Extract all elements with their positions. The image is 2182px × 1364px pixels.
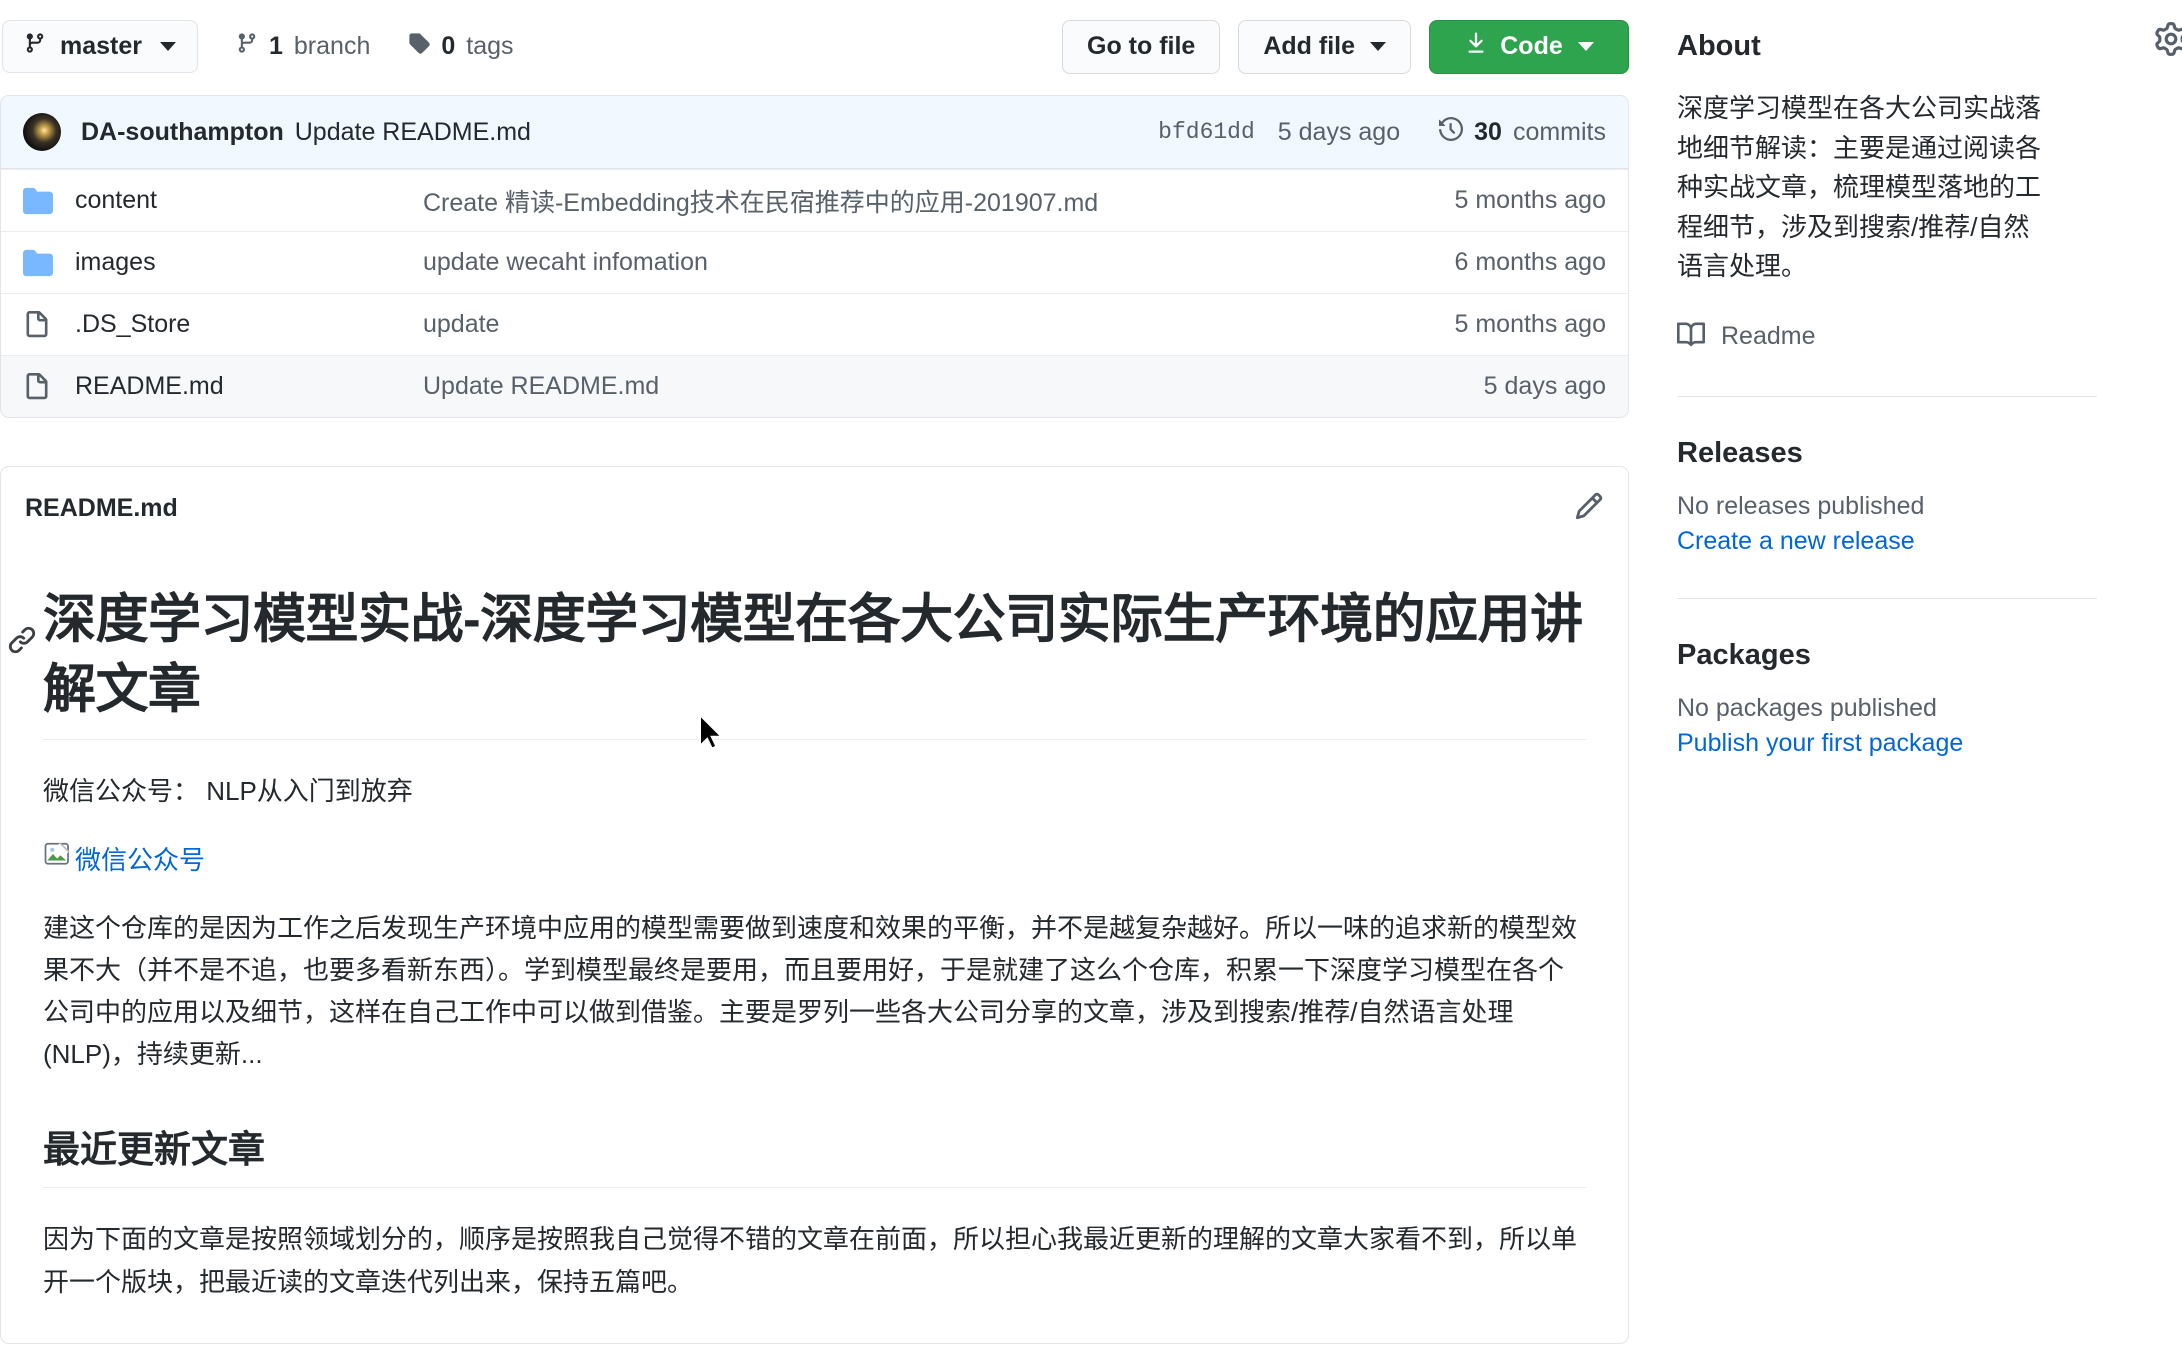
broken-image-link[interactable]: 微信公众号 <box>43 840 205 877</box>
download-icon <box>1464 31 1488 62</box>
branch-count[interactable]: 1 branch <box>236 31 370 62</box>
repository-page: master 1 branch 0 tags Go to file Add fi… <box>0 0 2182 1364</box>
code-label: Code <box>1500 32 1563 60</box>
table-row[interactable]: images update wecaht infomation 6 months… <box>1 231 1628 293</box>
link-anchor-icon[interactable] <box>7 603 37 673</box>
go-to-file-button[interactable]: Go to file <box>1062 19 1221 74</box>
commits-count-word: commits <box>1512 117 1606 146</box>
file-name[interactable]: README.md <box>75 372 423 401</box>
broken-image-alt-text: 微信公众号 <box>75 845 206 876</box>
pencil-icon[interactable] <box>1574 491 1604 526</box>
commit-meta: bfd61dd 5 days ago 30 commits <box>1158 116 1606 148</box>
table-row[interactable]: README.md Update README.md 5 days ago <box>1 355 1628 417</box>
tag-count-value: 0 <box>441 32 456 60</box>
table-row[interactable]: content Create 精读-Embedding技术在民宿推荐中的应用-2… <box>1 169 1628 231</box>
branch-selector-button[interactable]: master <box>2 20 198 73</box>
packages-title: Packages <box>1677 638 1811 671</box>
branch-count-word: branch <box>293 32 371 60</box>
avatar[interactable] <box>23 113 61 151</box>
file-commit-message[interactable]: update <box>423 310 1455 339</box>
sidebar-divider <box>1677 395 2097 397</box>
readme-header: README.md <box>1 467 1628 549</box>
readme-paragraph-1: 建这个仓库的是因为工作之后发现生产环境中应用的模型需要做到速度和效果的平衡，并不… <box>43 913 1578 1070</box>
add-file-button[interactable]: Add file <box>1238 19 1411 74</box>
file-icon <box>23 372 57 402</box>
file-commit-message[interactable]: Create 精读-Embedding技术在民宿推荐中的应用-201907.md <box>423 183 1455 219</box>
commit-time: 5 days ago <box>1277 117 1401 146</box>
file-name[interactable]: content <box>75 186 423 215</box>
file-time: 5 months ago <box>1454 186 1607 214</box>
page-title: 深度学习模型实战-深度学习模型在各大公司实际生产环境的应用讲解文章 <box>8 585 1586 740</box>
file-commit-message[interactable]: update wecaht infomation <box>423 248 1455 277</box>
go-to-file-label: Go to file <box>1087 32 1196 60</box>
wechat-line: 微信公众号： NLP从入门到放弃 <box>43 775 413 806</box>
file-browser: DA-southampton Update README.md bfd61dd … <box>0 95 1629 418</box>
git-branch-icon <box>24 31 46 62</box>
file-time: 5 days ago <box>1483 372 1606 400</box>
file-time: 5 months ago <box>1454 310 1607 338</box>
about-description: 深度学习模型在各大公司实战落地细节解读：主要是通过阅读各种实战文章，梳理模型落地… <box>1677 93 2042 282</box>
tag-icon <box>408 31 431 62</box>
chevron-down-icon <box>1370 42 1386 51</box>
folder-icon <box>23 248 57 278</box>
about-title: About <box>1677 30 1761 62</box>
releases-note: No releases published <box>1677 491 1925 520</box>
sidebar-readme-label: Readme <box>1721 321 1816 350</box>
file-name[interactable]: .DS_Store <box>75 310 423 339</box>
gear-icon[interactable] <box>2154 22 2182 61</box>
readme-paragraph-2: 因为下面的文章是按照领域划分的，顺序是按照我自己觉得不错的文章在前面，所以担心我… <box>43 1224 1578 1297</box>
branch-name-label: master <box>60 32 142 60</box>
sidebar-divider <box>1677 597 2097 599</box>
book-icon <box>1677 319 1706 354</box>
add-file-label: Add file <box>1263 32 1355 60</box>
commits-count-link[interactable]: 30 commits <box>1439 116 1606 148</box>
readme-panel: README.md 深度学习模型实战-深度学习模型在各大公司实际生产环境的应用讲… <box>0 466 1629 1344</box>
code-button[interactable]: Code <box>1429 19 1629 74</box>
commit-sha[interactable]: bfd61dd <box>1158 119 1255 145</box>
commit-author[interactable]: DA-southampton <box>81 118 284 147</box>
sidebar-readme-link[interactable]: Readme <box>1677 319 2182 354</box>
tag-count-word: tags <box>466 32 514 60</box>
create-release-link[interactable]: Create a new release <box>1677 527 2182 556</box>
about-header: About <box>1677 30 2182 63</box>
readme-h1-text: 深度学习模型实战-深度学习模型在各大公司实际生产环境的应用讲解文章 <box>43 590 1583 719</box>
commits-count-value: 30 <box>1474 117 1502 146</box>
tag-count[interactable]: 0 tags <box>408 31 514 62</box>
latest-commit-bar: DA-southampton Update README.md bfd61dd … <box>1 96 1628 169</box>
branch-count-value: 1 <box>269 32 283 60</box>
repo-toolbar: master 1 branch 0 tags Go to file Add fi… <box>0 0 1629 93</box>
releases-title: Releases <box>1677 436 1803 469</box>
packages-note: No packages published <box>1677 693 1937 722</box>
file-icon <box>23 310 57 340</box>
history-clock-icon <box>1439 116 1464 148</box>
chevron-down-icon <box>1577 42 1594 51</box>
main-content-column: master 1 branch 0 tags Go to file Add fi… <box>0 0 1629 1344</box>
broken-image-icon <box>43 840 73 877</box>
file-name[interactable]: images <box>75 248 423 277</box>
readme-h2: 最近更新文章 <box>43 1119 1586 1189</box>
file-time: 6 months ago <box>1454 248 1607 276</box>
chevron-down-icon <box>160 42 176 51</box>
readme-filename: README.md <box>25 493 178 522</box>
file-commit-message[interactable]: Update README.md <box>423 372 1484 401</box>
folder-icon <box>23 186 57 216</box>
commit-message[interactable]: Update README.md <box>295 118 531 147</box>
repo-sidebar: About 深度学习模型在各大公司实战落地细节解读：主要是通过阅读各种实战文章，… <box>1629 0 2182 758</box>
publish-package-link[interactable]: Publish your first package <box>1677 729 2182 758</box>
git-branch-icon <box>236 31 258 62</box>
table-row[interactable]: .DS_Store update 5 months ago <box>1 293 1628 355</box>
readme-content: 深度学习模型实战-深度学习模型在各大公司实际生产环境的应用讲解文章 微信公众号：… <box>1 549 1628 1343</box>
